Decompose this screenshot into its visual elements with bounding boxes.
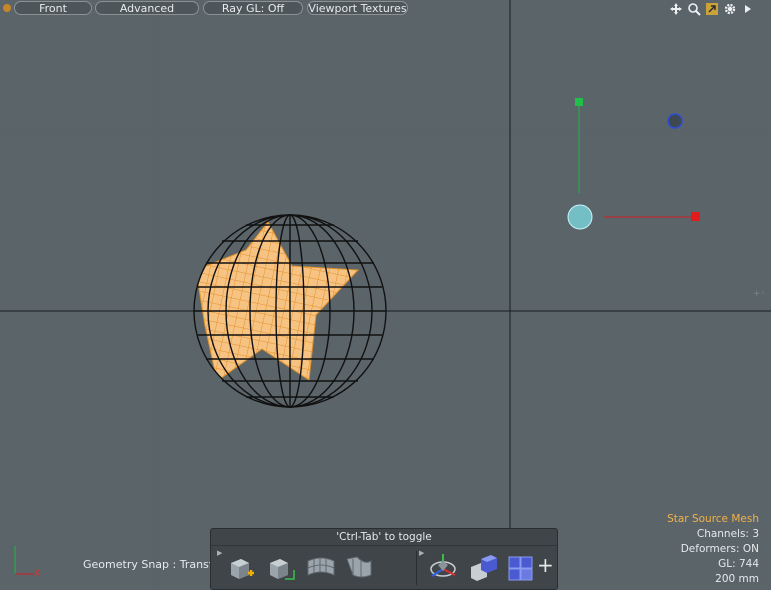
raygl-button[interactable]: Ray GL: Off bbox=[203, 1, 303, 15]
x-axis-handle bbox=[691, 212, 700, 221]
item-info-readout: Star Source Mesh Channels: 3 Deformers: … bbox=[667, 512, 759, 587]
y-axis-handle bbox=[575, 98, 583, 106]
channels-count: Channels: 3 bbox=[696, 528, 759, 540]
viewport-header: Front Advanced Ray GL: Off Viewport Text… bbox=[0, 0, 771, 17]
gear-icon[interactable] bbox=[723, 2, 737, 16]
viewport-nav-icons bbox=[669, 0, 755, 17]
transform-gizmo-icon[interactable] bbox=[427, 551, 459, 583]
zoom-view-icon[interactable] bbox=[687, 2, 701, 16]
add-item-icon[interactable] bbox=[225, 551, 257, 583]
viewport-edge-mark: +◦ bbox=[753, 289, 766, 299]
viewport-grid bbox=[0, 0, 771, 590]
3d-viewport[interactable]: Front Advanced Ray GL: Off Viewport Text… bbox=[0, 0, 771, 590]
curve-surface-icon[interactable] bbox=[305, 551, 337, 583]
maximize-icon[interactable] bbox=[705, 2, 719, 16]
gl-count: GL: 744 bbox=[718, 558, 759, 570]
palette-separator bbox=[416, 551, 417, 585]
tool-palette: 'Ctrl-Tab' to toggle ▶ ▶ + bbox=[210, 528, 558, 590]
light-locator[interactable] bbox=[667, 113, 683, 129]
view-type-button[interactable]: Front bbox=[14, 1, 92, 15]
shading-mode-button[interactable]: Advanced bbox=[95, 1, 199, 15]
more-arrow-icon[interactable] bbox=[741, 2, 755, 16]
deform-surface-icon[interactable] bbox=[343, 551, 375, 583]
replicator-icon[interactable] bbox=[467, 551, 499, 583]
grid-scale: 200 mm bbox=[715, 573, 759, 585]
sphere-wireframe[interactable] bbox=[193, 214, 387, 408]
instance-cubes-icon[interactable] bbox=[505, 551, 537, 583]
item-select-icon[interactable] bbox=[265, 551, 297, 583]
viewport-menu-dot[interactable] bbox=[3, 4, 11, 12]
palette-expand-icon[interactable]: ▶ bbox=[217, 549, 222, 557]
add-tool-button[interactable]: + bbox=[537, 555, 554, 575]
deformers-status: Deformers: ON bbox=[680, 543, 759, 555]
x-axis-label: X bbox=[34, 569, 40, 579]
item-name: Star Source Mesh bbox=[667, 513, 759, 525]
move-view-icon[interactable] bbox=[669, 2, 683, 16]
palette-expand-icon-2[interactable]: ▶ bbox=[419, 549, 424, 557]
viewport-textures-button[interactable]: Viewport Textures bbox=[307, 1, 408, 15]
center-handle bbox=[567, 204, 593, 230]
palette-toggle-hint[interactable]: 'Ctrl-Tab' to toggle bbox=[211, 529, 557, 546]
axis-gizmo: X bbox=[14, 546, 40, 579]
